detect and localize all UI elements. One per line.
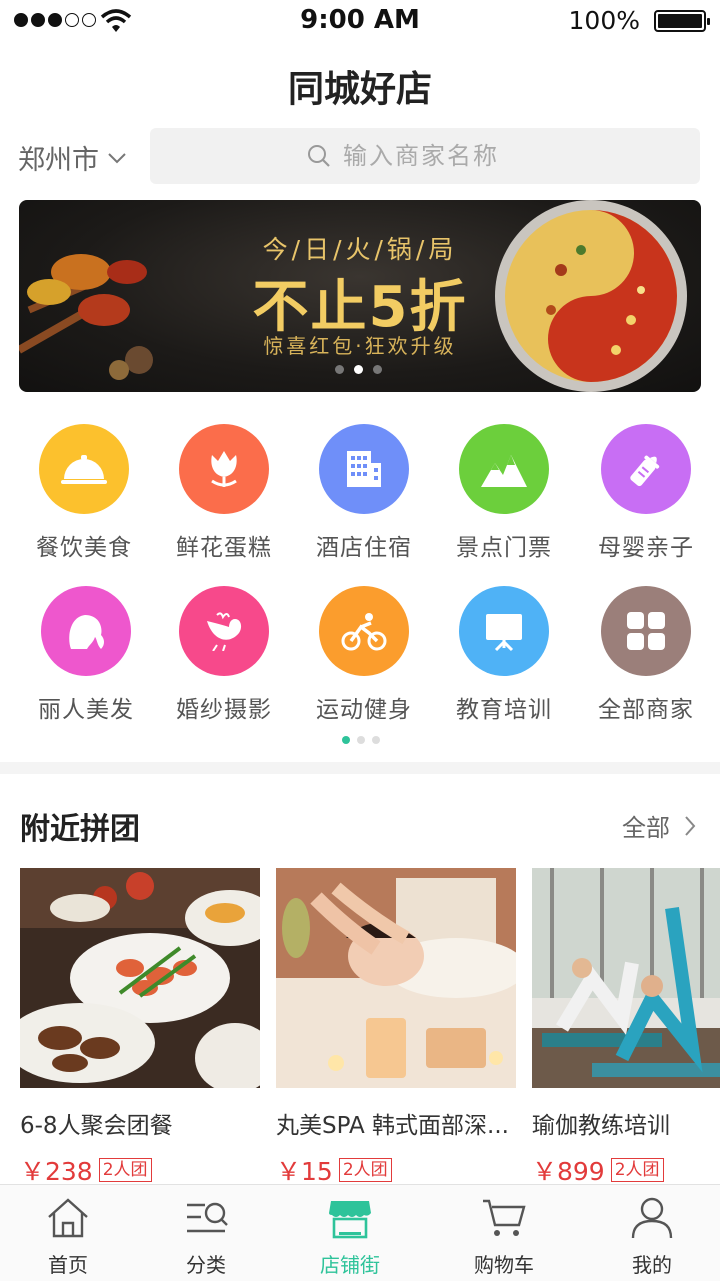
category-label: 餐饮美食 [36,535,132,561]
deal-image [532,868,720,1088]
promo-banner[interactable]: 今/日/火/锅/局 不止5折 惊喜红包·狂欢升级 [19,200,701,392]
category-education[interactable]: 教育培训 [434,586,574,724]
tab-label: 分类 [186,1253,226,1277]
category-label: 鲜花蛋糕 [176,535,272,561]
deal-price: ￥899 [532,1157,605,1186]
status-bar: 9:00 AM 100% [0,0,720,40]
presentation-board-icon [459,586,549,676]
tab-shop-street[interactable]: 店铺街 [290,1197,410,1278]
deal-price: ￥15 [276,1157,333,1186]
shop-icon [329,1201,371,1239]
baby-bottle-icon [601,424,691,514]
section-title: 附近拼团 [20,812,140,847]
battery-percent: 100% [568,6,640,35]
deal-image [20,868,260,1088]
group-size-badge: 2人团 [338,1158,392,1182]
home-icon [48,1198,88,1238]
chevron-down-icon [108,152,126,163]
section-divider [0,762,720,774]
chevron-right-icon [685,815,696,836]
view-all-link[interactable]: 全部 [622,808,696,843]
city-label: 郑州市 [18,145,99,176]
group-size-badge: 2人团 [610,1158,664,1182]
group-size-badge: 2人团 [98,1158,152,1182]
deal-name: 瑜伽教练培训 [532,1113,670,1139]
banner-pagination [335,365,382,374]
deal-card[interactable]: 6-8人聚会团餐 ￥238 2人团 [20,868,260,1188]
grid-icon [601,586,691,676]
category-all[interactable]: 全部商家 [576,586,716,724]
deal-card[interactable]: 丸美SPA 韩式面部深... ￥15 2人团 [276,868,516,1188]
category-label: 母婴亲子 [598,535,694,561]
battery-icon [654,10,710,32]
deal-name: 丸美SPA 韩式面部深... [276,1113,509,1139]
tab-label: 店铺街 [320,1253,380,1277]
tab-category[interactable]: 分类 [146,1197,266,1278]
category-label: 婚纱摄影 [176,697,272,723]
category-label: 酒店住宿 [316,535,412,561]
category-pagination [342,736,380,744]
banner-tagline: 惊喜红包·狂欢升级 [263,334,457,358]
deal-price: ￥238 [20,1157,93,1186]
hotel-icon [319,424,409,514]
category-label: 景点门票 [456,535,552,561]
category-label: 丽人美发 [38,697,134,723]
category-label: 教育培训 [456,697,552,723]
category-search-icon [187,1202,228,1233]
tab-label: 首页 [48,1253,88,1277]
category-flowers[interactable]: 鲜花蛋糕 [154,424,294,562]
banner-subtitle: 今/日/火/锅/局 [262,235,458,264]
food-cloche-icon [39,424,129,514]
page-title: 同城好店 [287,69,432,110]
view-all-label: 全部 [622,814,670,842]
category-wedding[interactable]: 婚纱摄影 [154,586,294,724]
search-bar[interactable] [150,128,700,184]
deal-card[interactable]: 瑜伽教练培训 ￥899 2人团 [532,868,720,1188]
search-icon [308,145,330,167]
tab-label: 购物车 [474,1253,534,1277]
tab-profile[interactable]: 我的 [592,1197,712,1278]
tab-label: 我的 [632,1253,672,1277]
cart-icon [483,1199,526,1236]
category-baby[interactable]: 母婴亲子 [576,424,716,562]
category-beauty[interactable]: 丽人美发 [16,586,156,724]
category-label: 运动健身 [316,697,412,723]
deal-image [276,868,516,1088]
city-selector[interactable]: 郑州市 [18,138,127,177]
category-scenic[interactable]: 景点门票 [434,424,574,562]
search-input[interactable] [343,142,543,170]
category-hotel[interactable]: 酒店住宿 [294,424,434,562]
user-icon [631,1197,673,1239]
tab-home[interactable]: 首页 [8,1197,128,1278]
mountain-icon [459,424,549,514]
woman-head-icon [41,586,131,676]
cyclist-icon [319,586,409,676]
flower-icon [179,424,269,514]
bird-icon [179,586,269,676]
category-food[interactable]: 餐饮美食 [14,424,154,562]
deal-name: 6-8人聚会团餐 [20,1113,173,1139]
category-label: 全部商家 [598,697,694,723]
tab-cart[interactable]: 购物车 [444,1197,564,1278]
category-fitness[interactable]: 运动健身 [294,586,434,724]
bottom-tab-bar: 首页 分类 店铺街 购物车 我的 [0,1184,720,1281]
